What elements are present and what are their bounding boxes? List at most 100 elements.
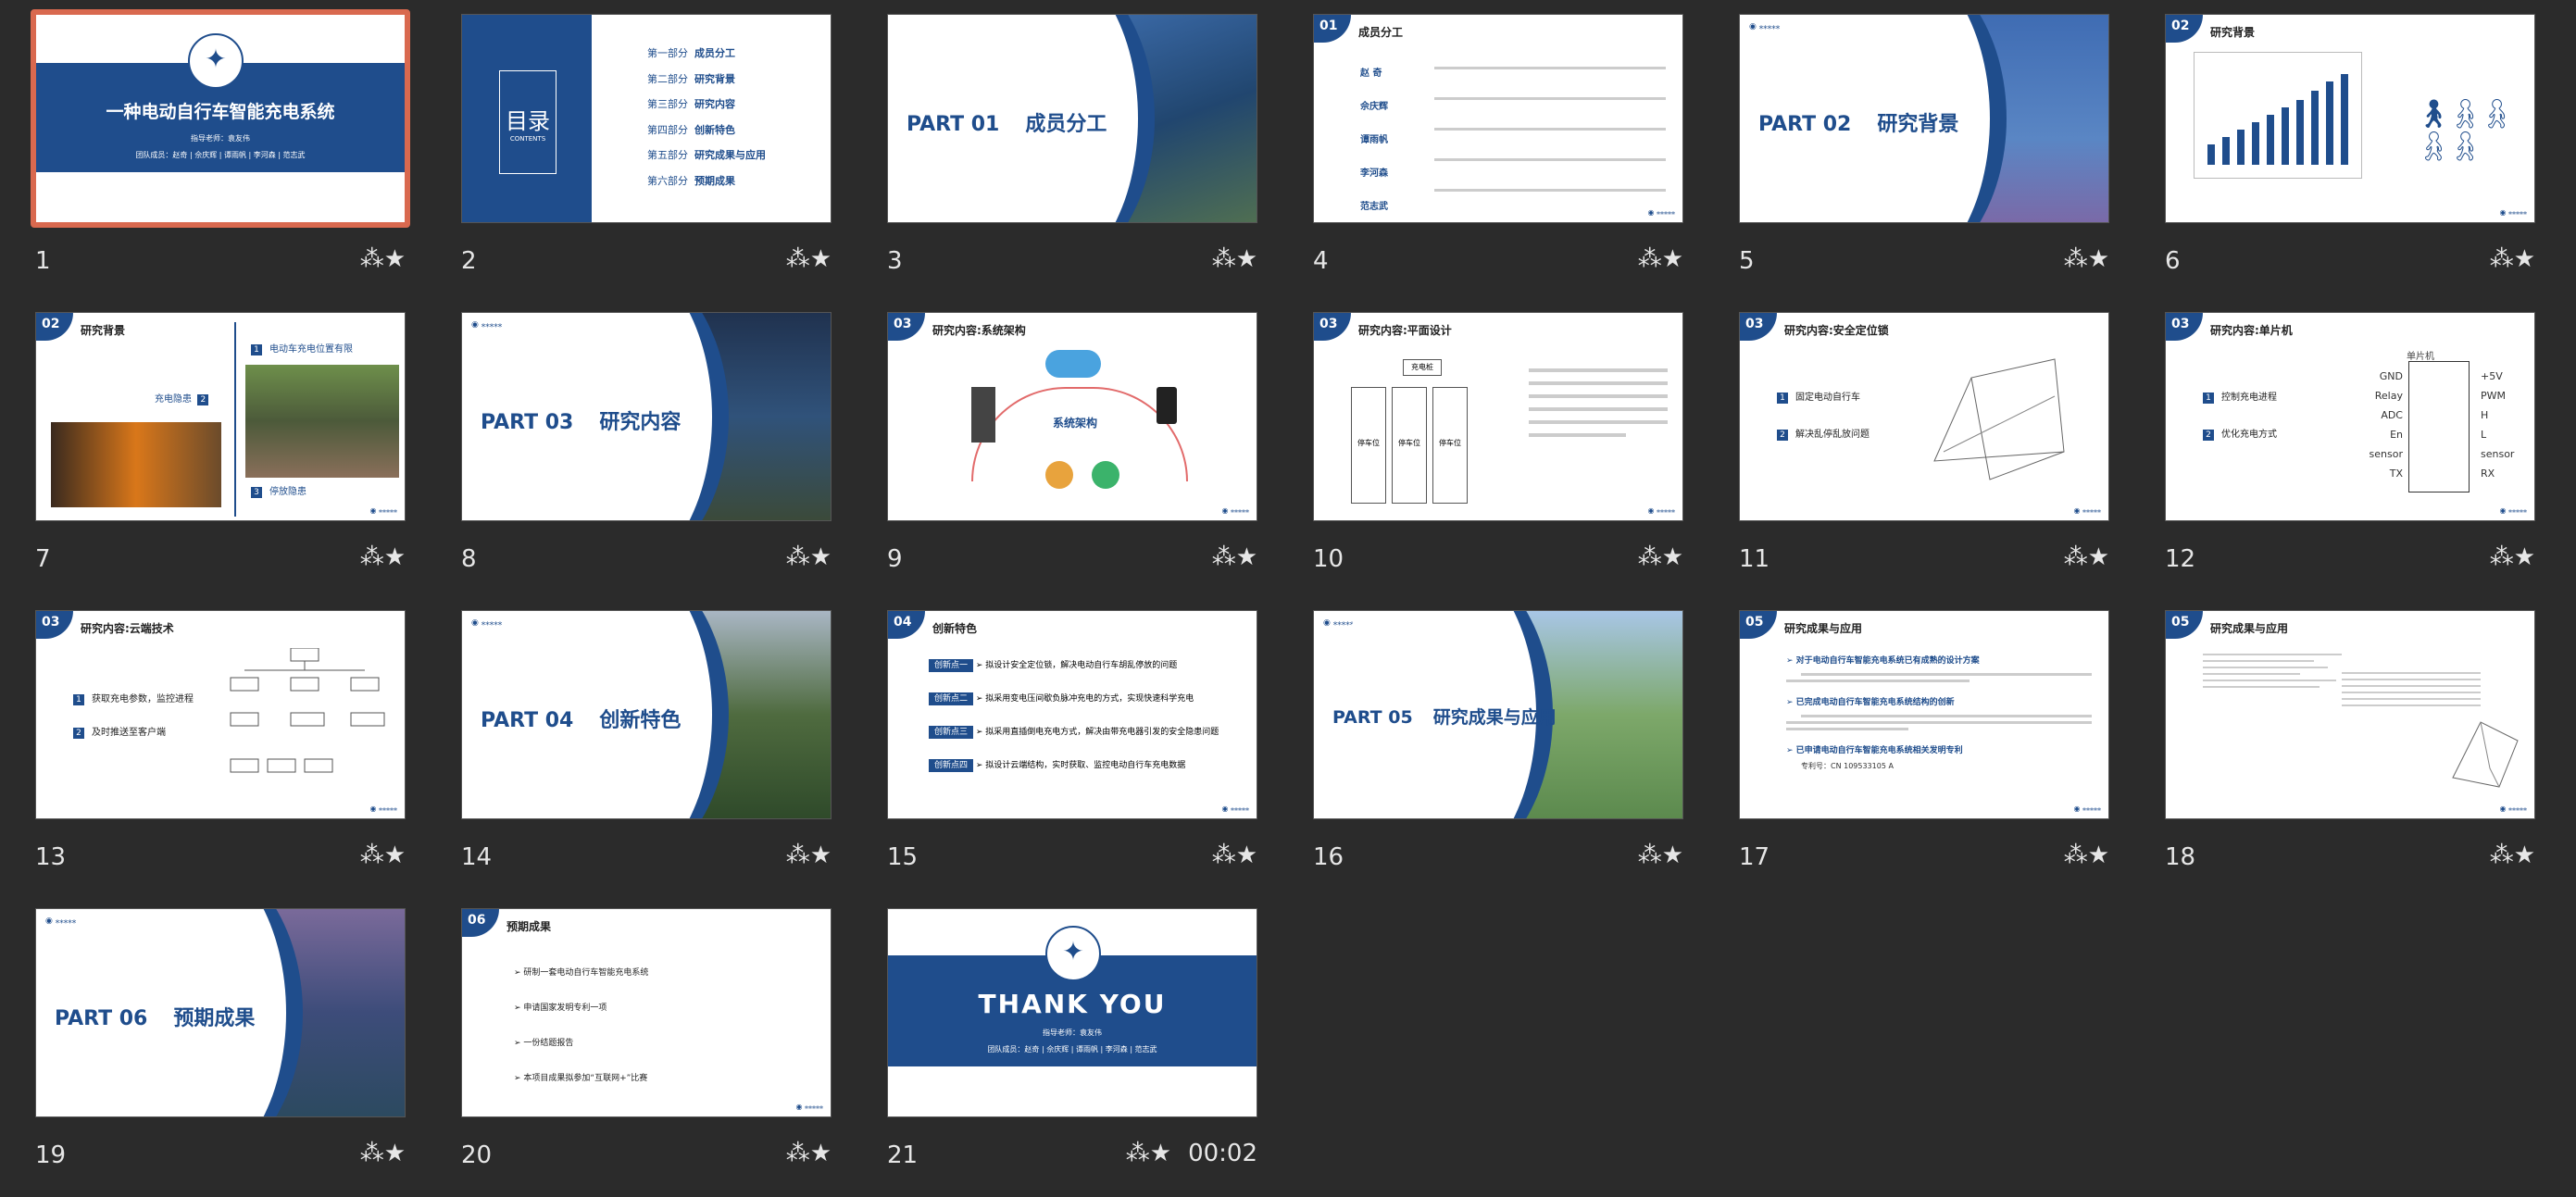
innovation-label: 创新点一 bbox=[929, 659, 974, 672]
advisor: 指导老师：袁友伟 bbox=[1043, 1029, 1102, 1037]
transition-star-icon[interactable]: ⁂★ bbox=[1212, 842, 1257, 869]
innovation-text: ➢ 拟采用直插倒电充电方式，解决由带充电器引发的安全隐患问题 bbox=[975, 728, 1219, 737]
innovation-label: 创新点二 bbox=[929, 692, 974, 705]
part-name: 创新特色 bbox=[599, 709, 682, 732]
slide-18-cell[interactable]: 05 研究成果与应用 ◉ ⁎⁎⁎⁎⁎ 18 ⁂★ bbox=[2165, 610, 2535, 899]
slide-number: 5 bbox=[1739, 247, 1755, 275]
transition-star-icon[interactable]: ⁂★ bbox=[360, 245, 406, 273]
slide-9-cell[interactable]: 03 研究内容:系统架构 系统架构 ◉ ⁎⁎⁎⁎⁎ 9 ⁂★ bbox=[887, 312, 1257, 601]
slide-thumbnail[interactable]: 01 成员分工 赵 奇 佘庆辉 谭雨帆 李河森 范志武 ◉ ⁎⁎⁎⁎⁎ bbox=[1313, 14, 1683, 223]
toc-item[interactable]: 第三部分 研究内容 bbox=[647, 92, 766, 118]
slide-thumbnail[interactable]: ⁎⁎⁎⁎⁎ PART 05研究成果与应用 bbox=[1313, 610, 1683, 819]
slide-13-cell[interactable]: 03 研究内容:云端技术 1 获取充电参数，监控进程 2 及时推送至客户端 ◉ ⁎⁎… bbox=[35, 610, 406, 899]
point-1: 1 控制充电进程 bbox=[2203, 389, 2277, 404]
slide-thumbnail[interactable]: 03 研究内容:系统架构 系统架构 ◉ ⁎⁎⁎⁎⁎ bbox=[887, 312, 1257, 521]
toc-item[interactable]: 第一部分 成员分工 bbox=[647, 41, 766, 67]
slide-21-cell[interactable]: ✦ THANK YOU 指导老师：袁友伟 团队成员：赵奇 | 佘庆辉 | 谭雨帆… bbox=[887, 908, 1257, 1197]
slide-8-cell[interactable]: ⁎⁎⁎⁎⁎ PART 03研究内容 8 ⁂★ bbox=[461, 312, 832, 601]
transition-star-icon[interactable]: ⁂★ bbox=[1638, 543, 1683, 571]
slide-thumbnail[interactable]: 05 研究成果与应用 ➢ 对于电动自行车智能充电系统已有成熟的设计方案 ➢ 已完… bbox=[1739, 610, 2109, 819]
slide-thumbnail[interactable]: 03 研究内容:平面设计 充电桩 停车位 停车位 停车位 ◉ ⁎⁎⁎⁎⁎ bbox=[1313, 312, 1683, 521]
innovation-row: 创新点三 ➢ 拟采用直插倒电充电方式，解决由带充电器引发的安全隐患问题 bbox=[929, 724, 1219, 741]
transition-star-icon[interactable]: ⁂★ bbox=[2064, 842, 2109, 869]
slide-3-cell[interactable]: PART 01 成员分工 3 ⁂★ bbox=[887, 14, 1257, 303]
slide-14-cell[interactable]: ⁎⁎⁎⁎⁎ PART 04创新特色 14 ⁂★ bbox=[461, 610, 832, 899]
point-text: 解决乱停乱放问题 bbox=[1795, 430, 1869, 440]
slide-number: 6 bbox=[2165, 247, 2181, 275]
slide-thumbnail[interactable]: ⁎⁎⁎⁎⁎ PART 03研究内容 bbox=[461, 312, 832, 521]
innovation-label: 创新点四 bbox=[929, 759, 974, 772]
university-logo: ◉ ⁎⁎⁎⁎⁎ bbox=[2499, 804, 2527, 813]
transition-star-icon[interactable]: ⁂★ bbox=[360, 543, 406, 571]
slide-thumbnail[interactable]: ✦ THANK YOU 指导老师：袁友伟 团队成员：赵奇 | 佘庆辉 | 谭雨帆… bbox=[887, 908, 1257, 1117]
parking-slot: 停车位 bbox=[1432, 387, 1468, 504]
slide-4-cell[interactable]: 01 成员分工 赵 奇 佘庆辉 谭雨帆 李河森 范志武 ◉ ⁎⁎⁎⁎⁎ 4 ⁂★ bbox=[1313, 14, 1683, 303]
transition-star-icon[interactable]: ⁂★ bbox=[360, 1140, 406, 1167]
toc-key: 第四部分 bbox=[647, 123, 688, 136]
slide-thumbnail[interactable]: ✦ 一种电动自行车智能充电系统 指导老师：袁友伟 团队成员：赵奇 | 佘庆辉 |… bbox=[31, 9, 410, 228]
slide-title: 研究背景 bbox=[81, 324, 126, 337]
slide-6-cell[interactable]: 02 研究背景 🚶︎🚶︎🚶︎🚶︎🚶︎ ◉ ⁎⁎⁎⁎⁎ 6 ⁂★ bbox=[2165, 14, 2535, 303]
advisor: 指导老师：袁友伟 bbox=[191, 134, 250, 143]
transition-star-icon[interactable]: ⁂★ bbox=[2490, 245, 2535, 273]
slide-thumbnail[interactable]: PART 01 成员分工 bbox=[887, 14, 1257, 223]
toc-item[interactable]: 第六部分 预期成果 bbox=[647, 168, 766, 194]
toc-subtitle: CONTENTS bbox=[509, 135, 546, 143]
transition-star-icon[interactable]: ⁂★ bbox=[2064, 245, 2109, 273]
slide-7-cell[interactable]: 02 研究背景 1 电动车充电位置有限 充电隐患 2 3 停放隐患 ◉ ⁎⁎⁎⁎⁎ … bbox=[35, 312, 406, 601]
transition-star-icon[interactable]: ⁂★ bbox=[2490, 543, 2535, 571]
slide-5-cell[interactable]: ⁎⁎⁎⁎⁎ PART 02研究背景 5 ⁂★ bbox=[1739, 14, 2109, 303]
transition-star-icon[interactable]: ⁂★ bbox=[786, 1140, 832, 1167]
slide-thumbnail[interactable]: 03 研究内容:云端技术 1 获取充电参数，监控进程 2 及时推送至客户端 ◉ ⁎⁎… bbox=[35, 610, 406, 819]
chip-pins-right: +5V PWM HL sensor RX bbox=[2481, 367, 2514, 483]
slide-thumbnail[interactable]: 03 研究内容:单片机 1 控制充电进程 2 优化充电方式 单片机 GND Relay… bbox=[2165, 312, 2535, 521]
university-logo: ◉ ⁎⁎⁎⁎⁎ bbox=[369, 506, 397, 515]
slide-11-cell[interactable]: 03 研究内容:安全定位锁 1 固定电动自行车 2 解决乱停乱放问题 ◉ ⁎⁎⁎⁎⁎… bbox=[1739, 312, 2109, 601]
slide-thumbnail[interactable]: ⁎⁎⁎⁎⁎ PART 04创新特色 bbox=[461, 610, 832, 819]
transition-star-icon[interactable]: ⁂★ bbox=[1212, 245, 1257, 273]
toc-item[interactable]: 第二部分 研究背景 bbox=[647, 67, 766, 93]
pin-label: sensor bbox=[2481, 448, 2515, 460]
member-duties bbox=[1434, 61, 1666, 192]
part-heading: PART 06 预期成果 bbox=[55, 1002, 255, 1031]
slide-thumbnail[interactable]: 05 研究成果与应用 ◉ ⁎⁎⁎⁎⁎ bbox=[2165, 610, 2535, 819]
pin-label: H bbox=[2481, 409, 2489, 421]
slide-thumbnail[interactable]: 03 研究内容:安全定位锁 1 固定电动自行车 2 解决乱停乱放问题 ◉ ⁎⁎⁎⁎⁎ bbox=[1739, 312, 2109, 521]
toc-item[interactable]: 第四部分 创新特色 bbox=[647, 118, 766, 143]
transition-star-icon[interactable]: ⁂★ bbox=[1212, 543, 1257, 571]
transition-star-icon[interactable]: ⁂★ bbox=[1638, 245, 1683, 273]
section-tag: 03 bbox=[888, 313, 925, 341]
slide-thumbnail[interactable]: 02 研究背景 1 电动车充电位置有限 充电隐患 2 3 停放隐患 ◉ ⁎⁎⁎⁎⁎ bbox=[35, 312, 406, 521]
slide-19-cell[interactable]: ⁎⁎⁎⁎⁎ PART 06预期成果 19 ⁂★ bbox=[35, 908, 406, 1197]
slide-thumbnail[interactable]: ⁎⁎⁎⁎⁎ PART 02研究背景 bbox=[1739, 14, 2109, 223]
slide-20-cell[interactable]: 06 预期成果 ➢ 研制一套电动自行车智能充电系统 ➢ 申请国家发明专利一项 ➢… bbox=[461, 908, 832, 1197]
slide-title: 研究内容:安全定位锁 bbox=[1784, 324, 1889, 337]
slide-thumbnail[interactable]: 目录 CONTENTS 第一部分 成员分工 第二部分 研究背景 第三部分 研究内… bbox=[461, 14, 832, 223]
transition-star-icon[interactable]: ⁂★ bbox=[2064, 543, 2109, 571]
transition-star-icon[interactable]: ⁂★ bbox=[360, 842, 406, 869]
slide-17-cell[interactable]: 05 研究成果与应用 ➢ 对于电动自行车智能充电系统已有成熟的设计方案 ➢ 已完… bbox=[1739, 610, 2109, 899]
transition-star-icon[interactable]: ⁂★ 00:02 bbox=[1126, 1140, 1257, 1167]
slide-2-cell[interactable]: 目录 CONTENTS 第一部分 成员分工 第二部分 研究背景 第三部分 研究内… bbox=[461, 14, 832, 303]
slide-10-cell[interactable]: 03 研究内容:平面设计 充电桩 停车位 停车位 停车位 ◉ ⁎⁎⁎⁎⁎ 10 … bbox=[1313, 312, 1683, 601]
toc-item[interactable]: 第五部分 研究成果与应用 bbox=[647, 143, 766, 168]
outcome-list: ➢ 研制一套电动自行车智能充电系统 ➢ 申请国家发明专利一项 ➢ 一份结题报告 … bbox=[514, 955, 648, 1096]
result-heading: ➢ 已申请电动自行车智能充电系统相关发明专利 bbox=[1786, 746, 1963, 755]
slide-thumbnail[interactable]: 06 预期成果 ➢ 研制一套电动自行车智能充电系统 ➢ 申请国家发明专利一项 ➢… bbox=[461, 908, 832, 1117]
transition-star-icon[interactable]: ⁂★ bbox=[786, 842, 832, 869]
slide-title: 研究内容:系统架构 bbox=[932, 324, 1026, 337]
slide-thumbnail[interactable]: ⁎⁎⁎⁎⁎ PART 06预期成果 bbox=[35, 908, 406, 1117]
transition-star-icon[interactable]: ⁂★ bbox=[786, 543, 832, 571]
transition-star-icon[interactable]: ⁂★ bbox=[786, 245, 832, 273]
slide-12-cell[interactable]: 03 研究内容:单片机 1 控制充电进程 2 优化充电方式 单片机 GND Relay… bbox=[2165, 312, 2535, 601]
slide-1-cell[interactable]: ✦ 一种电动自行车智能充电系统 指导老师：袁友伟 团队成员：赵奇 | 佘庆辉 |… bbox=[31, 9, 410, 303]
slide-16-cell[interactable]: ⁎⁎⁎⁎⁎ PART 05研究成果与应用 16 ⁂★ bbox=[1313, 610, 1683, 899]
pin-label: Relay bbox=[2374, 390, 2403, 402]
slide-title: 研究成果与应用 bbox=[2210, 622, 2289, 635]
transition-star-icon[interactable]: ⁂★ bbox=[1638, 842, 1683, 869]
slide-thumbnail[interactable]: 02 研究背景 🚶︎🚶︎🚶︎🚶︎🚶︎ ◉ ⁎⁎⁎⁎⁎ bbox=[2165, 14, 2535, 223]
slide-15-cell[interactable]: 04 创新特色 创新点一 ➢ 拟设计安全定位锁，解决电动自行车胡乱停放的问题 创… bbox=[887, 610, 1257, 899]
slide-number: 18 bbox=[2165, 843, 2196, 871]
slide-thumbnail[interactable]: 04 创新特色 创新点一 ➢ 拟设计安全定位锁，解决电动自行车胡乱停放的问题 创… bbox=[887, 610, 1257, 819]
transition-star-icon[interactable]: ⁂★ bbox=[2490, 842, 2535, 869]
